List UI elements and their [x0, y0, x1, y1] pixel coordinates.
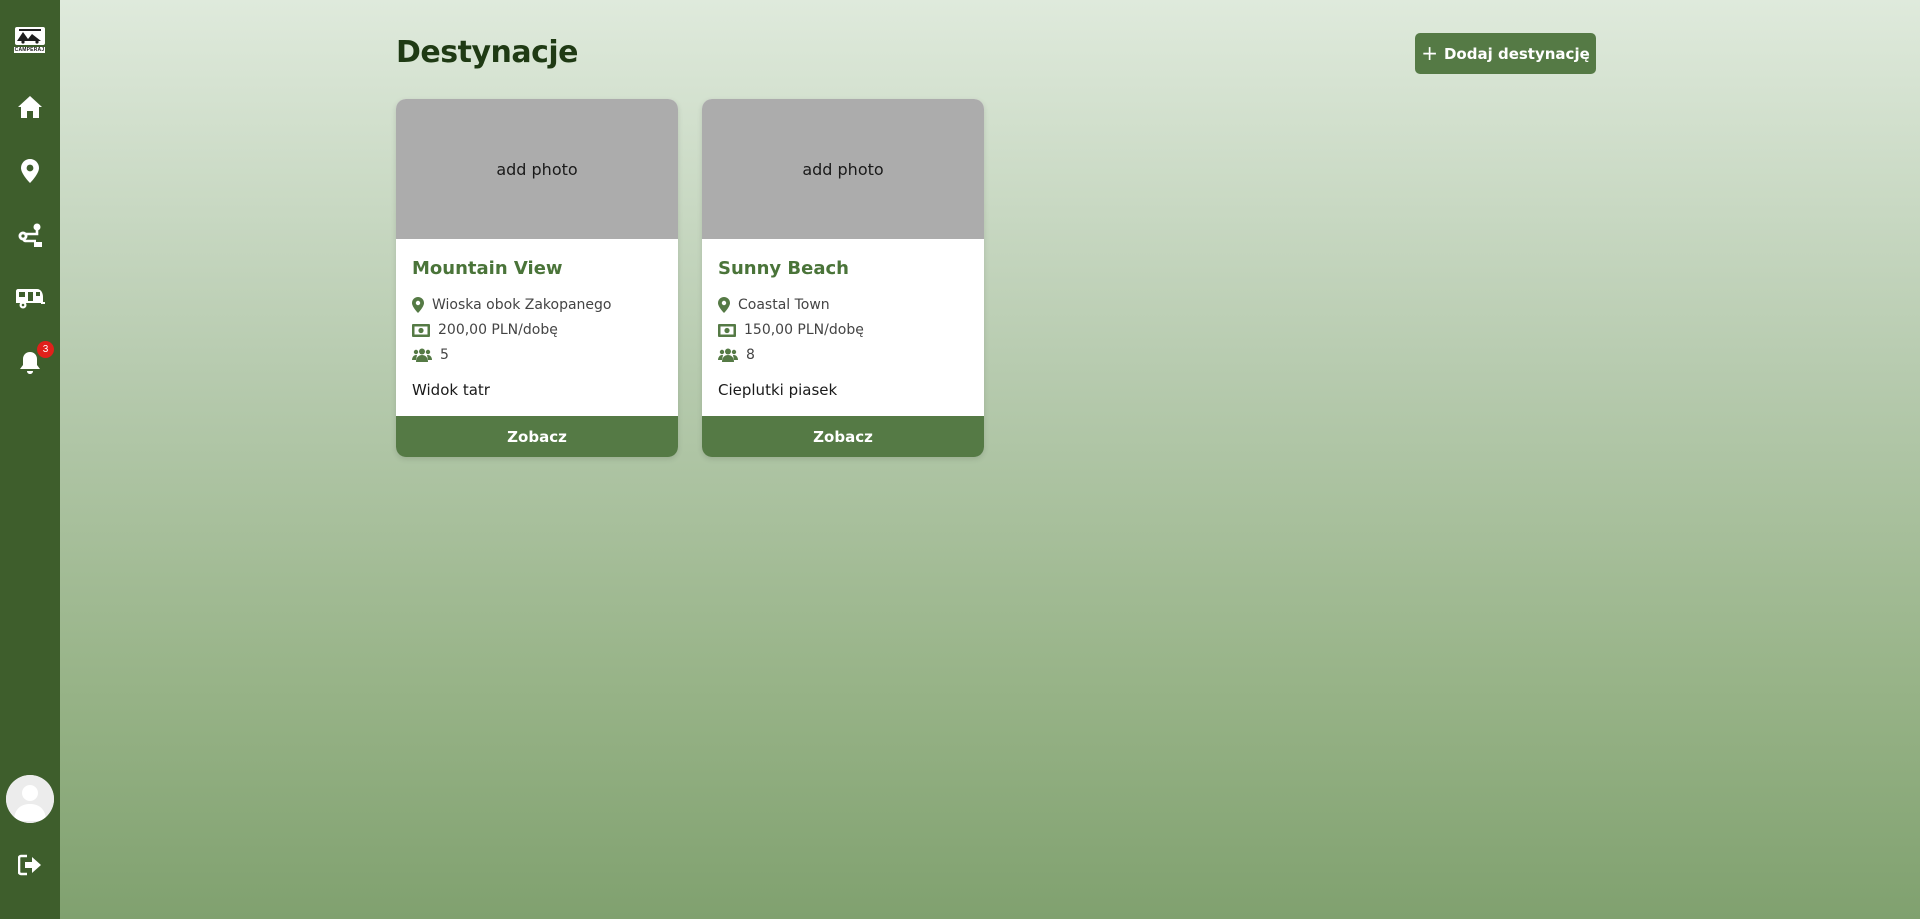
view-button[interactable]: Zobacz — [702, 416, 984, 457]
logout-button[interactable] — [0, 843, 60, 887]
plus-icon: + — [1421, 40, 1438, 65]
users-icon — [412, 348, 432, 362]
location-icon — [412, 297, 424, 313]
sidebar-item-destinations[interactable] — [0, 149, 60, 193]
destination-description: Widok tatr — [412, 381, 490, 399]
destination-card: add photo Sunny Beach Coastal Town 150,0… — [702, 99, 984, 457]
sidebar-item-notifications[interactable]: 3 — [0, 341, 60, 385]
caravan-icon — [16, 289, 45, 309]
capacity-text: 8 — [746, 347, 755, 363]
view-button[interactable]: Zobacz — [396, 416, 678, 457]
users-icon — [718, 348, 738, 362]
money-icon — [718, 323, 736, 337]
route-icon — [18, 223, 42, 247]
price-text: 200,00 PLN/dobę — [438, 322, 558, 338]
add-destination-button[interactable]: + Dodaj destynację — [1415, 33, 1596, 74]
destination-location: Coastal Town — [718, 297, 830, 313]
logout-icon — [18, 854, 41, 876]
user-avatar-icon — [6, 775, 54, 823]
bell-icon — [20, 352, 40, 374]
destination-card: add photo Mountain View Wioska obok Zako… — [396, 99, 678, 457]
sidebar-item-campers[interactable] — [0, 277, 60, 321]
map-pin-icon — [21, 159, 39, 183]
money-icon — [412, 323, 430, 337]
home-icon — [18, 96, 42, 118]
avatar[interactable] — [6, 775, 54, 823]
page-title: Destynacje — [396, 35, 579, 70]
destination-price: 150,00 PLN/dobę — [718, 322, 864, 338]
price-text: 150,00 PLN/dobę — [744, 322, 864, 338]
sidebar-item-routes[interactable] — [0, 213, 60, 257]
destination-name: Mountain View — [412, 258, 563, 279]
location-text: Wioska obok Zakopanego — [432, 297, 612, 313]
capacity-text: 5 — [440, 347, 449, 363]
logo-text: CAMPERAJ — [13, 47, 46, 53]
add-destination-label: Dodaj destynację — [1443, 44, 1590, 63]
destination-capacity: 8 — [718, 347, 755, 363]
location-icon — [718, 297, 730, 313]
destination-price: 200,00 PLN/dobę — [412, 322, 558, 338]
add-photo-placeholder[interactable]: add photo — [702, 99, 984, 239]
location-text: Coastal Town — [738, 297, 830, 313]
sidebar-item-home[interactable] — [0, 85, 60, 129]
destination-description: Cieplutki piasek — [718, 381, 838, 399]
destination-location: Wioska obok Zakopanego — [412, 297, 612, 313]
notification-badge: 3 — [37, 341, 54, 358]
destination-capacity: 5 — [412, 347, 449, 363]
add-photo-placeholder[interactable]: add photo — [396, 99, 678, 239]
destination-name: Sunny Beach — [718, 258, 849, 279]
camper-logo-icon — [14, 27, 45, 45]
app-logo[interactable]: CAMPERAJ — [12, 26, 47, 56]
sidebar: CAMPERAJ 3 — [0, 0, 60, 919]
